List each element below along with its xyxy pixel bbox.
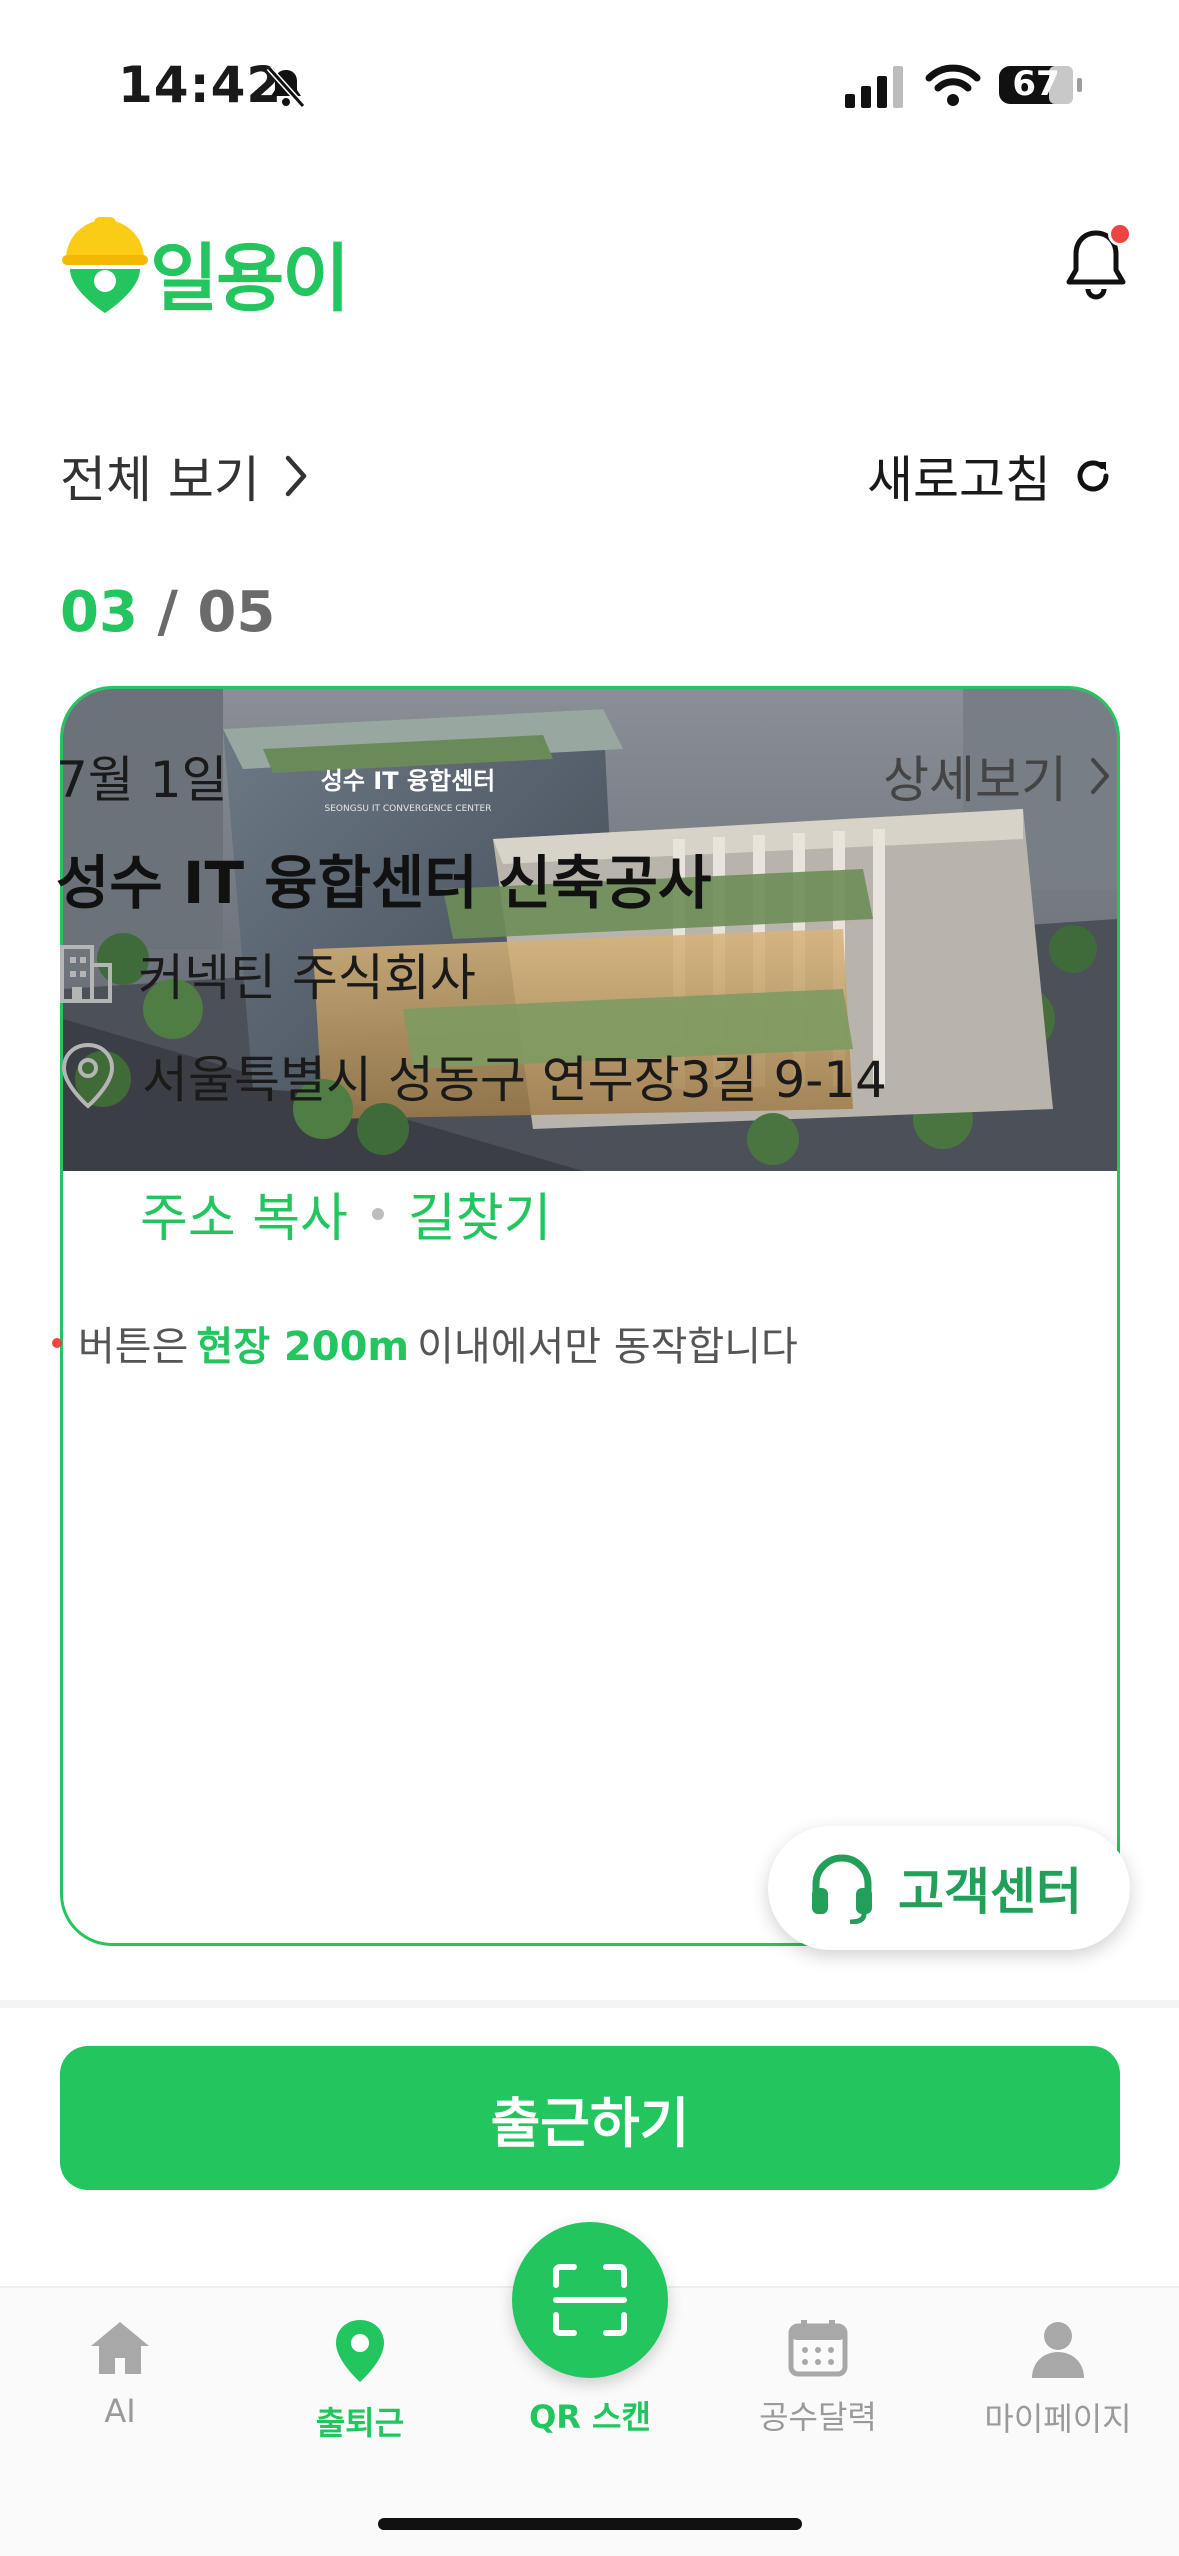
detail-label: 상세보기 — [883, 751, 1067, 809]
tab-mypage[interactable]: 마이페이지 — [958, 2318, 1158, 2440]
app-header: 일용이 — [0, 205, 1179, 325]
refresh-label: 새로고침 — [867, 451, 1051, 509]
silent-mode-icon — [266, 65, 306, 109]
status-time: 14:42 — [118, 56, 283, 114]
customer-center-label: 고객센터 — [898, 1863, 1082, 1921]
notice-suffix: 이내에서만 동작합니다 — [417, 1324, 798, 1370]
view-all-button[interactable]: 전체 보기 — [60, 440, 310, 512]
card-counter: 03 / 05 — [60, 580, 275, 645]
list-actions: 전체 보기 새로고침 — [0, 440, 1179, 510]
cellular-signal-icon — [845, 66, 903, 108]
notification-badge — [1108, 222, 1132, 246]
notice-bullet — [52, 1338, 62, 1348]
site-date: 7월 1일 — [56, 751, 228, 809]
battery-level: 67 — [1012, 64, 1060, 104]
site-address: 서울특별시 성동구 연무장3길 9-14 — [142, 1051, 887, 1109]
status-bar: 14:42 67 — [0, 0, 1179, 160]
notice-prefix: 버튼은 — [78, 1324, 189, 1370]
chevron-right-icon — [1091, 758, 1109, 794]
copy-address-link[interactable]: 주소 복사 — [140, 1176, 348, 1251]
building-icon — [60, 945, 112, 1003]
detail-link[interactable]: 상세보기 — [883, 740, 1111, 812]
home-indicator — [378, 2518, 802, 2530]
calendar-icon — [788, 2320, 848, 2377]
tab-qr-label: QR 스캔 — [529, 2398, 651, 2436]
location-pin-icon — [61, 1042, 115, 1109]
tab-calendar-label: 공수달력 — [759, 2398, 877, 2436]
person-icon — [1032, 2322, 1084, 2378]
headset-icon — [812, 1854, 872, 1924]
qr-scan-icon — [553, 2264, 627, 2336]
tab-calendar[interactable]: 공수달력 — [718, 2318, 918, 2438]
directions-link[interactable]: 길찾기 — [408, 1176, 552, 1251]
total-count: 05 — [197, 580, 276, 645]
current-index: 03 — [60, 580, 138, 645]
tab-commute-label: 출퇴근 — [315, 2404, 405, 2442]
tab-ai-label: AI — [104, 2392, 136, 2430]
address-row: 서울특별시 성동구 연무장3길 9-14 — [56, 1036, 887, 1116]
building-sign-sub: SEONGSU IT CONVERGENCE CENTER — [325, 804, 492, 814]
qr-scan-button[interactable] — [512, 2222, 668, 2378]
location-pin-icon — [336, 2320, 384, 2382]
app-screen: 14:42 67 일용이 전체 보기 새로고침 03 / 05 성수 IT 융합… — [0, 0, 1179, 2556]
separator-dot — [371, 1207, 384, 1220]
notice-highlight: 현장 200m — [196, 1324, 410, 1370]
tab-commute[interactable]: 출퇴근 — [260, 2318, 460, 2444]
wifi-icon — [925, 64, 981, 106]
chevron-right-icon — [285, 455, 307, 497]
company-name: 커넥틴 주식회사 — [138, 949, 476, 1007]
check-in-button[interactable]: 출근하기 — [60, 2046, 1120, 2190]
site-title: 성수 IT 융합센터 신축공사 — [56, 849, 712, 917]
section-divider — [0, 2000, 1179, 2008]
home-icon — [91, 2322, 149, 2374]
tab-mypage-label: 마이페이지 — [984, 2400, 1132, 2438]
pager-separator: / — [157, 580, 178, 645]
refresh-icon — [1077, 460, 1109, 492]
company-row: 커넥틴 주식회사 — [56, 934, 476, 1014]
app-name: 일용이 — [150, 236, 350, 322]
refresh-button[interactable]: 새로고침 — [867, 440, 1113, 512]
range-notice: 버튼은 현장 200m 이내에서만 동작합니다 — [52, 1314, 798, 1372]
tab-ai[interactable]: AI — [20, 2318, 220, 2430]
customer-center-button[interactable]: 고객센터 — [768, 1826, 1130, 1950]
app-logo-icon — [62, 217, 148, 313]
building-sign: 성수 IT 융합센터 — [321, 767, 496, 795]
view-all-label: 전체 보기 — [60, 451, 260, 509]
address-actions: 주소 복사 길찾기 — [140, 1176, 551, 1251]
